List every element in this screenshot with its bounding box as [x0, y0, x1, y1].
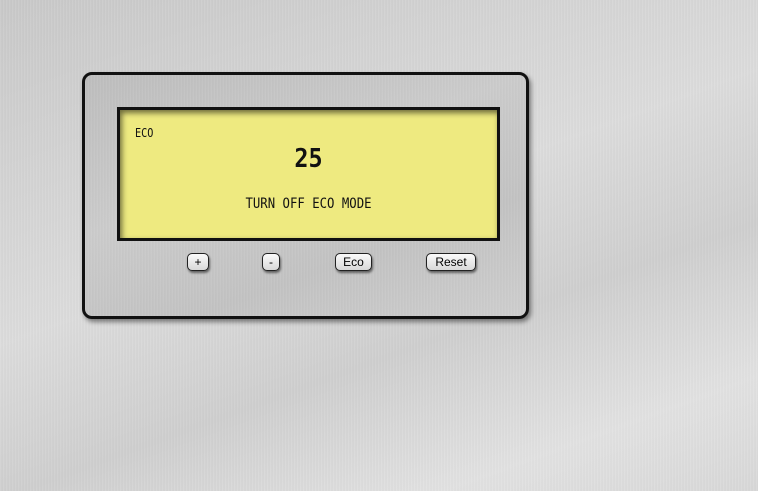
temperature-value: 25 — [294, 144, 323, 174]
eco-mode-indicator: ECO — [135, 126, 154, 140]
status-message: TURN OFF ECO MODE — [245, 196, 372, 212]
eco-button[interactable]: Eco — [335, 253, 372, 271]
increase-button[interactable]: + — [187, 253, 209, 271]
decrease-button[interactable]: - — [262, 253, 280, 271]
thermostat-panel: ECO 25 TURN OFF ECO MODE + - Eco Reset — [82, 72, 529, 319]
control-buttons: + - Eco Reset — [85, 250, 526, 274]
reset-button[interactable]: Reset — [426, 253, 476, 271]
lcd-display: ECO 25 TURN OFF ECO MODE — [117, 107, 500, 241]
